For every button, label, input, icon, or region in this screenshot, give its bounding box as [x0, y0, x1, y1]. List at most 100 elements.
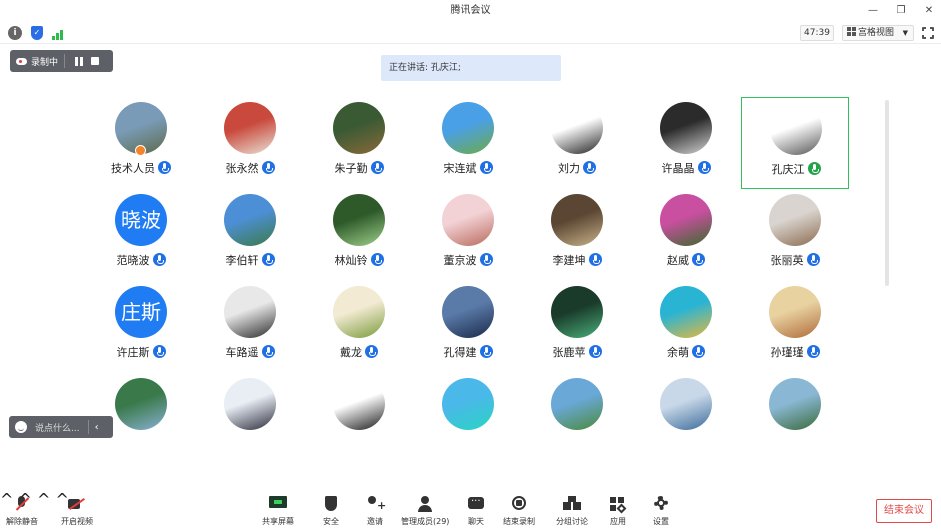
- chat-bubble-icon: [467, 496, 485, 512]
- avatar: [660, 378, 712, 430]
- participant-tile[interactable]: [196, 373, 304, 465]
- mic-status-icon: [261, 253, 275, 266]
- video-button[interactable]: 开启视频: [61, 496, 93, 527]
- collapse-chat-icon[interactable]: ‹: [95, 422, 99, 433]
- video-label: 开启视频: [61, 517, 93, 526]
- participant-tile[interactable]: 刘力: [523, 97, 631, 189]
- breakout-icon: [563, 496, 581, 512]
- settings-label: 设置: [653, 517, 669, 526]
- avatar: [660, 102, 712, 154]
- apps-button[interactable]: 应用: [609, 496, 627, 527]
- participant-name: 李伯轩: [225, 254, 259, 267]
- participant-tile[interactable]: 孔庆江: [741, 97, 849, 189]
- mic-status-icon: [479, 345, 493, 358]
- share-screen-icon: [269, 496, 287, 512]
- signal-icon[interactable]: [52, 26, 66, 40]
- security-button[interactable]: 安全: [322, 496, 340, 527]
- participant-name-line: 董京波: [414, 252, 522, 268]
- cloud-record-icon: [16, 57, 27, 65]
- participant-tile[interactable]: [414, 373, 522, 465]
- record-label: 结束录制: [503, 517, 535, 526]
- participant-tile[interactable]: 林灿铃: [305, 189, 413, 281]
- record-stop-icon: [510, 496, 528, 512]
- grid-scrollbar[interactable]: [885, 100, 889, 286]
- avatar: [551, 102, 603, 154]
- participant-tile[interactable]: 庄斯 许庄斯: [87, 281, 195, 373]
- share-screen-button[interactable]: 共享屏幕: [262, 496, 294, 527]
- avatar: [442, 194, 494, 246]
- participant-tile[interactable]: 赵威: [632, 189, 740, 281]
- members-icon: [416, 496, 434, 512]
- avatar: [333, 378, 385, 430]
- participant-tile[interactable]: [632, 373, 740, 465]
- participant-tile[interactable]: 戴龙: [305, 281, 413, 373]
- stop-recording-button[interactable]: [91, 57, 100, 65]
- participant-tile[interactable]: [523, 373, 631, 465]
- participant-tile[interactable]: 李伯轩: [196, 189, 304, 281]
- fullscreen-icon[interactable]: [921, 26, 935, 40]
- mic-status-icon: [806, 253, 820, 266]
- emoji-icon[interactable]: [15, 421, 27, 433]
- participant-tile[interactable]: 孙瑾瑾: [741, 281, 849, 373]
- mic-status-icon: [261, 345, 275, 358]
- avatar: [224, 286, 276, 338]
- invite-button[interactable]: 邀请: [366, 496, 386, 527]
- participant-name-line: 孔得建: [414, 344, 522, 360]
- participant-name: 刘力: [558, 162, 580, 175]
- participant-name: 许庄斯: [116, 346, 150, 359]
- info-icon[interactable]: i: [8, 26, 22, 40]
- avatar: [333, 194, 385, 246]
- chat-button[interactable]: 聊天: [467, 496, 485, 527]
- shield-icon[interactable]: ✓: [31, 26, 43, 40]
- participant-tile[interactable]: 车路遥: [196, 281, 304, 373]
- participant-name-line: 张丽英: [741, 252, 849, 268]
- maximize-icon[interactable]: ❐: [895, 0, 907, 22]
- title-bar: 腾讯会议 — ❐ ✕: [0, 0, 941, 22]
- breakout-label: 分组讨论: [556, 517, 588, 526]
- participant-tile[interactable]: 张丽英: [741, 189, 849, 281]
- manage-members-button[interactable]: 管理成员(29): [401, 496, 449, 527]
- participant-name-line: 孔庆江: [742, 161, 850, 177]
- participant-tile[interactable]: 宋连斌: [414, 97, 522, 189]
- participant-tile[interactable]: 余萌: [632, 281, 740, 373]
- participant-tile[interactable]: [741, 373, 849, 465]
- participant-tile[interactable]: 技术人员: [87, 97, 195, 189]
- participant-tile[interactable]: 孔得建: [414, 281, 522, 373]
- settings-button[interactable]: 设置: [652, 496, 670, 527]
- participant-name: 范晓波: [116, 254, 150, 267]
- mic-status-icon: [697, 161, 711, 174]
- participant-tile[interactable]: 朱子勤: [305, 97, 413, 189]
- participant-name: 孙瑾瑾: [770, 346, 804, 359]
- participant-tile[interactable]: 张永然: [196, 97, 304, 189]
- mute-button[interactable]: 解除静音: [6, 496, 38, 527]
- minimize-icon[interactable]: —: [867, 0, 879, 22]
- participant-tile[interactable]: 晓波 范晓波: [87, 189, 195, 281]
- avatar: [224, 102, 276, 154]
- apps-icon: [609, 496, 627, 512]
- avatar: [769, 286, 821, 338]
- participant-tile[interactable]: 许晶晶: [632, 97, 740, 189]
- avatar: [551, 194, 603, 246]
- participant-name: 李建坤: [552, 254, 586, 267]
- participant-tile[interactable]: 张鹿苹: [523, 281, 631, 373]
- mic-off-icon: [13, 496, 31, 512]
- participant-tile[interactable]: 李建坤: [523, 189, 631, 281]
- end-meeting-button[interactable]: 结束会议: [876, 499, 932, 523]
- participant-tile[interactable]: 董京波: [414, 189, 522, 281]
- breakout-rooms-button[interactable]: 分组讨论: [556, 496, 588, 527]
- end-recording-button[interactable]: 结束录制: [503, 496, 535, 527]
- participant-tile[interactable]: [305, 373, 413, 465]
- participant-name: 董京波: [443, 254, 477, 267]
- share-options-caret[interactable]: ^: [37, 490, 50, 509]
- avatar-initials: 晓波: [115, 194, 167, 246]
- avatar: [115, 378, 167, 430]
- chat-input-bar[interactable]: 说点什么... ‹: [9, 416, 113, 438]
- pause-recording-button[interactable]: [75, 56, 84, 66]
- avatar-initials: 庄斯: [115, 286, 167, 338]
- recording-indicator: 录制中: [10, 50, 113, 72]
- participant-name: 孔庆江: [771, 163, 805, 176]
- close-icon[interactable]: ✕: [923, 0, 935, 22]
- participant-name-line: 张永然: [196, 160, 304, 176]
- mic-status-icon: [807, 162, 821, 175]
- view-mode-button[interactable]: 宫格视图 ▼: [842, 25, 914, 41]
